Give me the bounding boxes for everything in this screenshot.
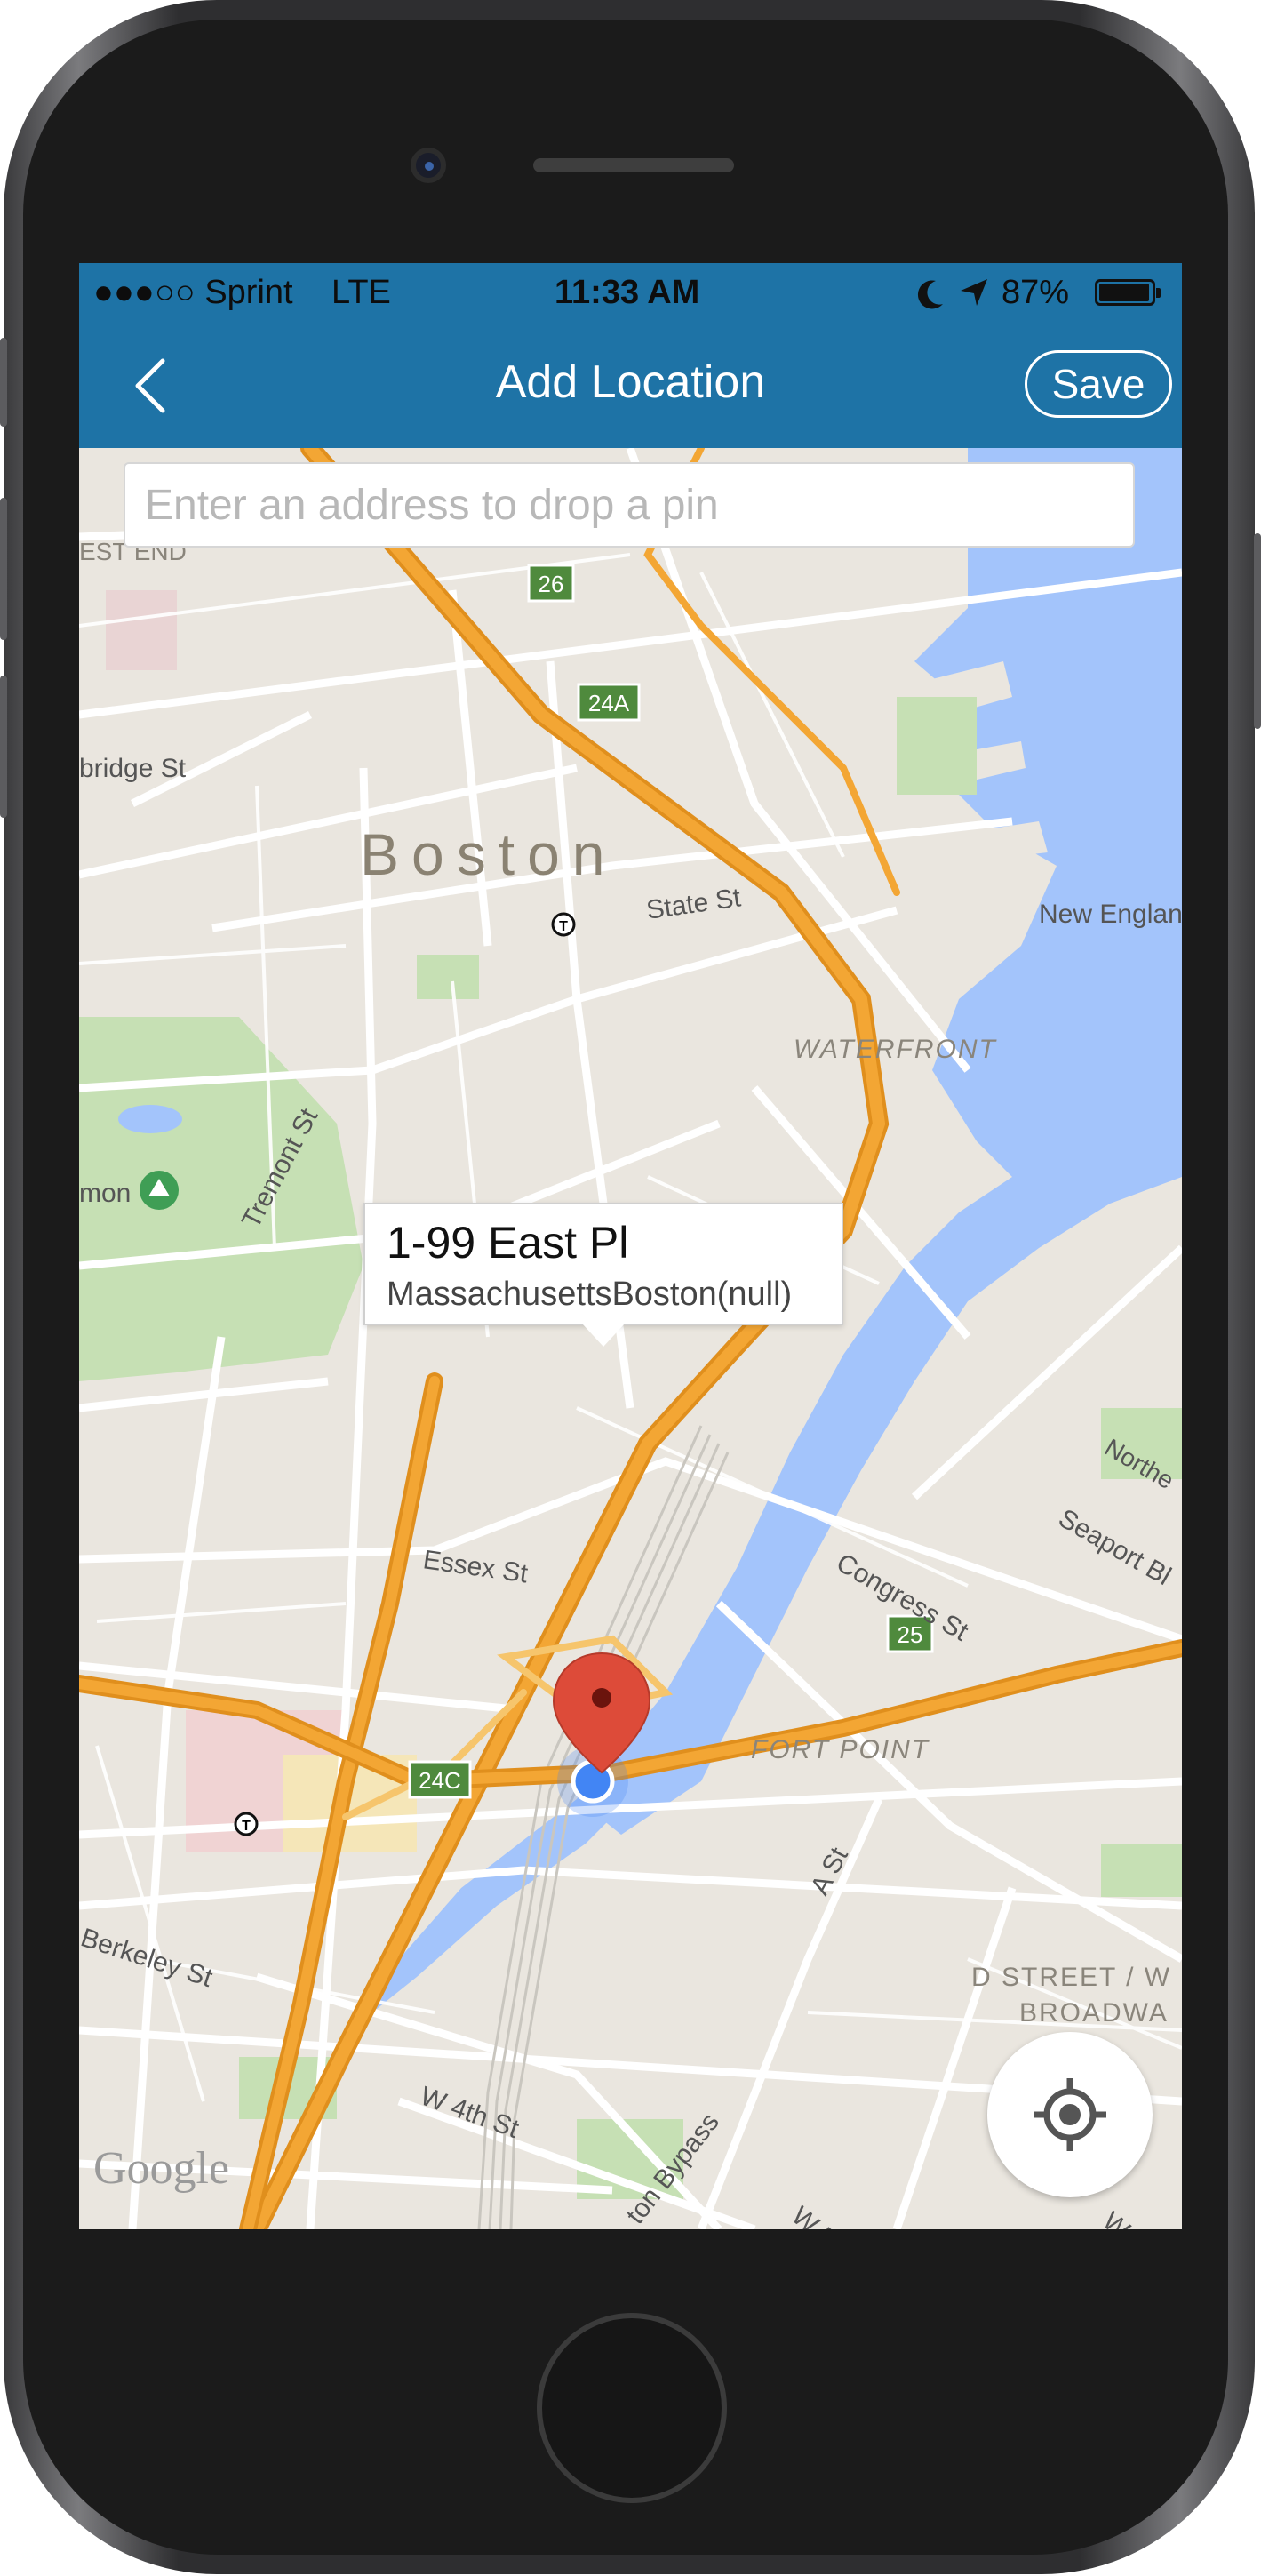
app-screen: ●●●○○ Sprint LTE 11:33 AM 87% Add Locati… <box>79 263 1182 2229</box>
save-button[interactable]: Save <box>1025 350 1172 418</box>
map-label-broadway: BROADWA <box>1019 1998 1169 2028</box>
svg-text:T: T <box>242 1819 251 1834</box>
volume-up-button <box>0 498 7 640</box>
svg-text:25: 25 <box>898 1621 923 1648</box>
crosshair-icon <box>1034 2078 1106 2151</box>
subway-icon: T <box>551 912 576 937</box>
address-search-input[interactable] <box>124 462 1135 548</box>
map-label-boston: Boston <box>360 821 617 887</box>
location-arrow-icon <box>961 279 987 306</box>
mute-switch <box>0 338 7 427</box>
map-view[interactable]: 26 24A 25 24C T T T EST END br <box>79 448 1182 2229</box>
battery-percent: 87% <box>1002 274 1070 311</box>
svg-text:24A: 24A <box>588 690 630 716</box>
page-title: Add Location <box>495 356 766 408</box>
svg-text:24C: 24C <box>419 1767 461 1794</box>
svg-text:26: 26 <box>539 571 564 597</box>
battery-icon <box>1095 279 1161 306</box>
map-label-bridge-st: bridge St <box>79 754 187 783</box>
home-button[interactable] <box>537 2313 727 2503</box>
popup-title: 1-99 East Pl <box>387 1218 629 1268</box>
nav-bar: Add Location Save <box>79 322 1182 448</box>
front-camera <box>411 148 446 183</box>
moon-icon <box>917 280 943 309</box>
earpiece-speaker <box>533 158 734 172</box>
map-label-waterfront: WATERFRONT <box>794 1035 998 1064</box>
location-info-popup[interactable]: 1-99 East Pl MassachusettsBoston(null) <box>363 1203 843 1347</box>
google-attribution: Google <box>93 2143 229 2194</box>
my-location-button[interactable] <box>987 2032 1153 2197</box>
map-label-common: mon <box>79 1179 131 1208</box>
highway-shield-24c: 24C <box>408 1760 472 1799</box>
subway-icon: T <box>234 1812 259 1836</box>
popup-subtitle: MassachusettsBoston(null) <box>387 1276 793 1313</box>
status-time: 11:33 AM <box>555 274 700 311</box>
map-label-d-street: D STREET / W <box>971 1963 1171 1992</box>
highway-shield-26: 26 <box>527 564 575 603</box>
svg-text:T: T <box>559 919 568 934</box>
highway-shield-24a: 24A <box>577 683 641 722</box>
map-label-new-england: New England <box>1039 900 1182 929</box>
volume-down-button <box>0 676 7 818</box>
power-button <box>1254 533 1261 729</box>
map-label-fort-point: FORT POINT <box>751 1735 930 1764</box>
network-type: LTE <box>331 274 391 311</box>
status-bar: ●●●○○ Sprint LTE 11:33 AM 87% <box>79 263 1182 322</box>
carrier-signal: ●●●○○ Sprint <box>93 274 293 311</box>
